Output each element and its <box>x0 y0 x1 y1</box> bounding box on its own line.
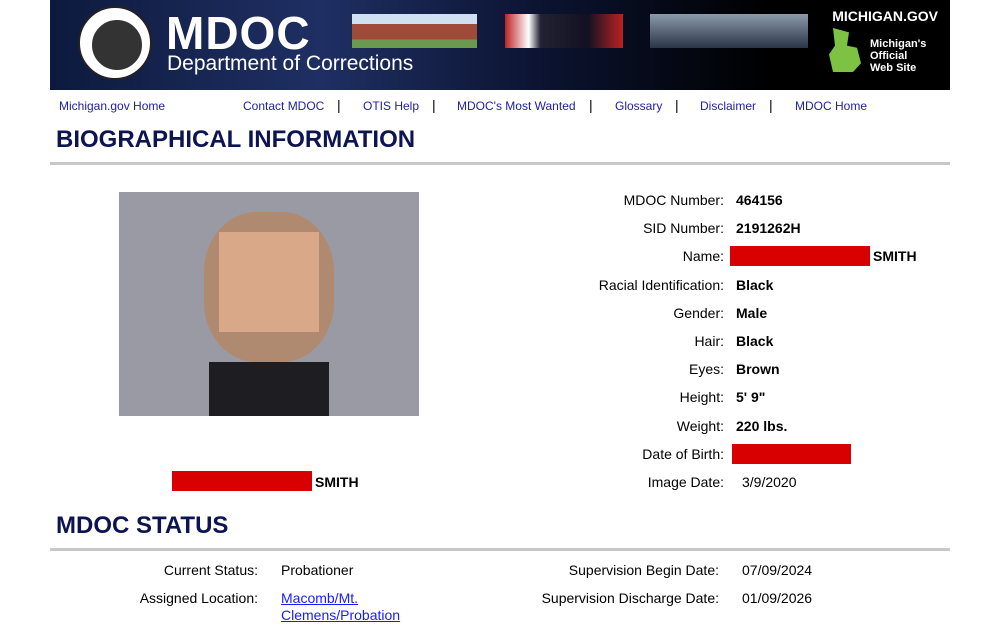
offender-photo-pixelated <box>119 192 419 416</box>
redacted-first-name <box>730 246 870 267</box>
nav-divider: | <box>589 97 593 113</box>
bio-heading: BIOGRAPHICAL INFORMATION <box>56 126 416 153</box>
assigned-location-label: Assigned Location: <box>139 590 258 606</box>
nav-disclaimer[interactable]: Disclaimer <box>700 99 756 113</box>
field-value: 220 lbs. <box>736 417 788 434</box>
nav-divider: | <box>337 97 341 113</box>
nav-divider: | <box>432 97 436 113</box>
status-heading: MDOC STATUS <box>56 512 229 539</box>
field-label: Hair: <box>694 333 724 349</box>
redacted-first-name <box>172 471 312 491</box>
field-label: Gender: <box>673 304 724 321</box>
mdoc-seal-logo <box>78 6 152 80</box>
officers-flag-photo <box>505 14 623 48</box>
assigned-location-link[interactable]: Macomb/Mt. <box>281 590 358 606</box>
field-label: Name: <box>682 248 724 265</box>
current-status-label: Current Status: <box>163 562 258 578</box>
officers-formation-photo <box>650 14 808 48</box>
assigned-location: Macomb/Mt. Clemens/Probation <box>281 590 400 624</box>
field-value: Black <box>736 276 774 293</box>
nav-mdoc-home[interactable]: MDOC Home <box>795 99 867 113</box>
official-site-text: Michigan's Official Web Site <box>870 38 926 74</box>
field-label: Image Date: <box>647 474 724 490</box>
field-label: Weight: <box>676 417 724 434</box>
official-line: Official <box>870 50 908 62</box>
divider <box>50 548 950 551</box>
field-label: SID Number: <box>643 220 724 237</box>
field-label: Racial Identification: <box>598 276 724 293</box>
field-value: 5' 9" <box>736 389 766 406</box>
discharge-date-value: 01/09/2026 <box>742 590 813 606</box>
nav-divider: | <box>769 97 773 113</box>
nav-contact-mdoc[interactable]: Contact MDOC <box>243 99 324 113</box>
field-value: 2191262H <box>736 220 801 237</box>
field-label: MDOC Number: <box>623 192 724 208</box>
nav-most-wanted[interactable]: MDOC's Most Wanted <box>457 99 576 113</box>
field-value: Brown <box>736 361 780 378</box>
begin-date-label: Supervision Begin Date: <box>568 562 719 578</box>
divider <box>50 162 950 165</box>
michigan-gov-logo[interactable]: MICHIGAN.GOV <box>832 8 938 24</box>
field-label: Eyes: <box>688 361 724 378</box>
begin-date-value: 07/09/2024 <box>742 562 813 578</box>
official-line: Michigan's <box>870 38 927 50</box>
nav-glossary[interactable]: Glossary <box>615 99 662 113</box>
nav-divider: | <box>675 97 679 113</box>
official-line: Web Site <box>870 62 917 74</box>
field-value: Male <box>736 304 768 321</box>
field-value: 3/9/2020 <box>742 474 797 490</box>
header-banner: MDOC Department of Corrections MICHIGAN.… <box>50 0 950 90</box>
michigan-map-icon <box>829 28 861 72</box>
field-label: Height: <box>679 389 724 406</box>
nav-otis-help[interactable]: OTIS Help <box>363 99 419 113</box>
department-title: Department of Corrections <box>167 52 414 75</box>
prison-photo <box>352 14 477 48</box>
nav-michigan-gov-home[interactable]: Michigan.gov Home <box>59 99 165 113</box>
photo-caption-surname: SMITH <box>315 474 359 490</box>
field-value: 464156 <box>736 192 783 208</box>
redacted-date-of-birth <box>732 443 851 464</box>
current-status-value: Probationer <box>281 562 354 578</box>
field-value: Black <box>736 333 774 349</box>
field-label: Date of Birth: <box>642 445 724 462</box>
discharge-date-label: Supervision Discharge Date: <box>541 590 719 606</box>
field-value: SMITH <box>873 248 917 265</box>
assigned-location-link[interactable]: Clemens/Probation <box>281 607 400 623</box>
